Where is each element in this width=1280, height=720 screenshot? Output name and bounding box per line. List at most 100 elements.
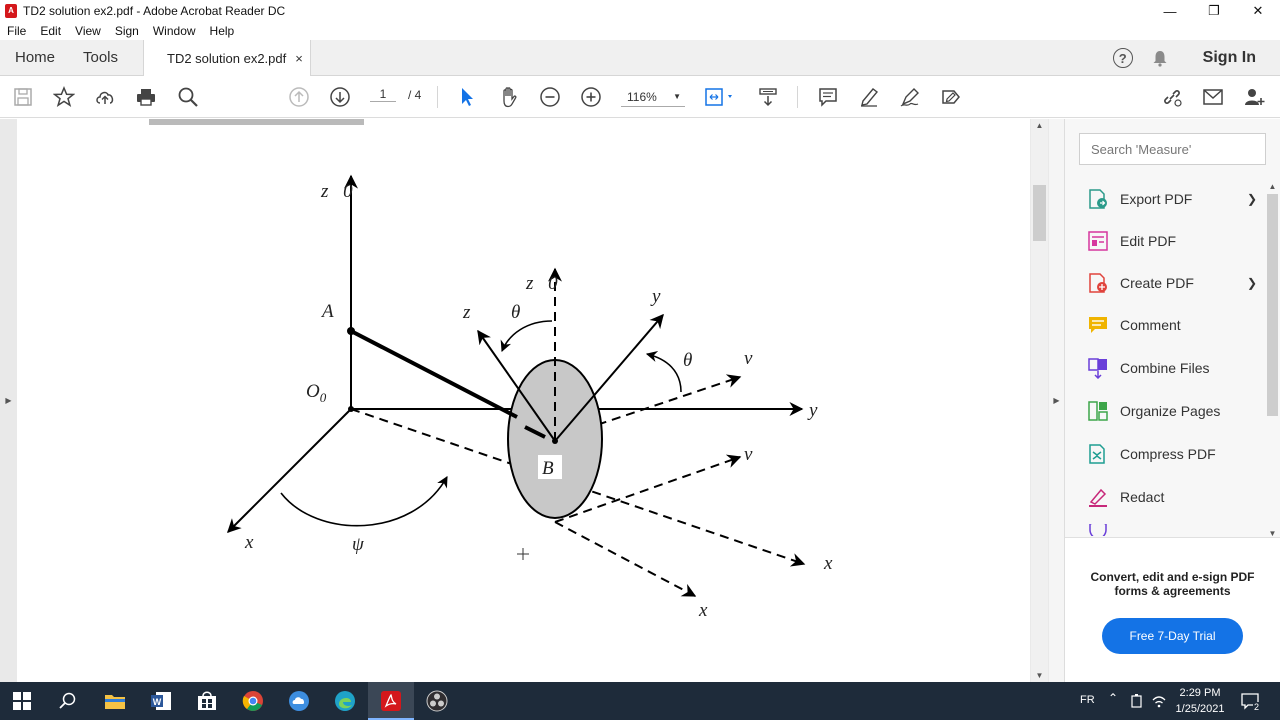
battery-icon[interactable] xyxy=(1130,694,1144,708)
send-sign-icon[interactable] xyxy=(939,85,963,109)
minimize-button[interactable]: — xyxy=(1148,0,1192,22)
menu-edit[interactable]: Edit xyxy=(40,24,61,38)
zoom-level-dropdown[interactable]: 116% ▼ xyxy=(621,87,685,107)
chevron-down-icon: ▼ xyxy=(673,92,681,101)
tool-label: Redact xyxy=(1120,489,1165,505)
zoom-search-icon[interactable] xyxy=(176,85,200,109)
input-language[interactable]: FR xyxy=(1080,694,1095,706)
close-tab-icon[interactable]: × xyxy=(295,51,303,66)
left-panel-toggle-icon[interactable]: ▶ xyxy=(0,119,17,682)
menu-file[interactable]: File xyxy=(7,24,26,38)
label-O0-subscript: 0 xyxy=(320,390,327,405)
fit-page-icon[interactable] xyxy=(703,85,737,109)
tool-organize-pages[interactable]: Organize Pages xyxy=(1087,396,1257,426)
scrollbar-thumb[interactable] xyxy=(1267,194,1278,416)
menu-window[interactable]: Window xyxy=(153,24,196,38)
point-B xyxy=(552,438,558,444)
tool-comment[interactable]: Comment xyxy=(1087,310,1257,340)
scrollbar-thumb[interactable] xyxy=(1033,185,1046,241)
tool-compress-pdf[interactable]: Compress PDF xyxy=(1087,439,1257,469)
highlight-pen-icon[interactable] xyxy=(857,85,881,109)
theta-arc-2 xyxy=(645,351,682,393)
menu-bar: File Edit View Sign Window Help xyxy=(0,22,1280,40)
zoom-out-icon[interactable] xyxy=(538,85,562,109)
tab-tools[interactable]: Tools xyxy=(83,40,118,76)
hand-tool-icon[interactable] xyxy=(497,85,521,109)
create-pdf-icon xyxy=(1089,273,1107,293)
close-window-button[interactable]: ✕ xyxy=(1236,0,1280,22)
help-icon[interactable]: ? xyxy=(1112,48,1133,68)
export-pdf-icon xyxy=(1089,189,1107,209)
tab-document[interactable]: TD2 solution ex2.pdf × xyxy=(143,40,311,76)
restore-button[interactable]: ❐ xyxy=(1192,0,1236,22)
current-page-input[interactable]: 1 xyxy=(370,87,396,102)
scroll-up-icon[interactable]: ▲ xyxy=(1031,121,1048,130)
cloud-upload-app-icon[interactable] xyxy=(286,688,312,714)
label-psi: ψ xyxy=(352,534,365,555)
toolbar-divider xyxy=(437,86,438,108)
fill-sign-icon[interactable] xyxy=(898,85,922,109)
notification-bell-icon[interactable] xyxy=(1151,49,1169,67)
menu-view[interactable]: View xyxy=(75,24,101,38)
protect-icon xyxy=(1089,524,1107,536)
scroll-down-icon[interactable]: ▼ xyxy=(1031,671,1048,680)
free-trial-button[interactable]: Free 7-Day Trial xyxy=(1102,618,1243,654)
chevron-up-icon[interactable]: ⌃ xyxy=(1108,691,1118,705)
add-user-icon[interactable] xyxy=(1242,85,1266,109)
search-icon[interactable] xyxy=(55,688,81,714)
tool-create-pdf[interactable]: Create PDF ❯ xyxy=(1087,268,1257,298)
email-icon[interactable] xyxy=(1201,85,1225,109)
file-explorer-icon[interactable] xyxy=(102,688,128,714)
menu-sign[interactable]: Sign xyxy=(115,24,139,38)
combine-files-icon xyxy=(1088,358,1107,379)
label-O0: O0 xyxy=(306,381,327,405)
upload-cloud-icon[interactable] xyxy=(93,85,117,109)
save-icon[interactable] xyxy=(11,85,35,109)
store-icon[interactable] xyxy=(194,688,220,714)
previous-page-icon[interactable] xyxy=(287,85,311,109)
menu-help[interactable]: Help xyxy=(210,24,235,38)
action-center-icon[interactable]: 2 xyxy=(1240,692,1260,712)
organize-pages-icon xyxy=(1088,401,1108,421)
tool-edit-pdf[interactable]: Edit PDF xyxy=(1087,226,1257,256)
acrobat-taskbar-icon[interactable] xyxy=(368,682,414,720)
zoom-in-icon[interactable] xyxy=(579,85,603,109)
chevron-down-icon[interactable]: ❯ xyxy=(1247,192,1257,206)
kinematics-figure: z⃗0 A O0 z⃗0 z⃗ θ y⃗ θ v⃗ y⃗ v⃗ B x⃗ ψ x… xyxy=(149,119,847,621)
tool-label: Comment xyxy=(1120,317,1181,333)
cropped-text-line xyxy=(149,119,364,125)
chevron-down-icon[interactable]: ❯ xyxy=(1247,276,1257,290)
tool-export-pdf[interactable]: Export PDF ❯ xyxy=(1087,184,1257,214)
word-icon[interactable]: W xyxy=(148,688,174,714)
clock-time: 2:29 PM xyxy=(1179,687,1221,699)
scroll-mode-icon[interactable] xyxy=(756,85,780,109)
notification-count-badge: 2 xyxy=(1252,702,1260,712)
tab-home[interactable]: Home xyxy=(15,40,55,76)
select-cursor-icon[interactable] xyxy=(455,85,479,109)
bookmark-star-icon[interactable] xyxy=(52,85,76,109)
tool-combine-files[interactable]: Combine Files xyxy=(1087,353,1257,383)
system-clock[interactable]: 2:29 PM 1/25/2021 xyxy=(1166,685,1234,717)
window-title: TD2 solution ex2.pdf - Adobe Acrobat Rea… xyxy=(23,4,286,18)
theta-arc-1 xyxy=(500,320,553,353)
share-link-icon[interactable] xyxy=(1160,85,1184,109)
next-page-icon[interactable] xyxy=(328,85,352,109)
search-tools-input[interactable]: Search 'Measure' xyxy=(1079,133,1266,165)
document-scrollbar[interactable]: ▲ ▼ xyxy=(1031,119,1048,682)
scroll-down-icon[interactable]: ▼ xyxy=(1265,529,1280,538)
sign-in-button[interactable]: Sign In xyxy=(1203,49,1256,67)
chrome-icon[interactable] xyxy=(240,688,266,714)
tool-redact[interactable]: Redact xyxy=(1087,482,1257,512)
right-panel-toggle-icon[interactable]: ▶ xyxy=(1049,119,1065,682)
document-viewport[interactable]: ▶ z⃗0 A O0 z⃗0 z⃗ θ y⃗ θ v⃗ y⃗ v⃗ B x⃗ ψ… xyxy=(0,119,1049,682)
obs-icon[interactable] xyxy=(424,688,450,714)
tools-pane-scrollbar[interactable]: ▲ ▼ xyxy=(1265,182,1280,538)
scroll-up-icon[interactable]: ▲ xyxy=(1265,182,1280,191)
edge-icon[interactable] xyxy=(332,688,358,714)
comment-icon[interactable] xyxy=(816,85,840,109)
network-icon[interactable] xyxy=(1151,694,1167,708)
windows-start-icon[interactable] xyxy=(9,688,35,714)
label-theta-2: θ xyxy=(683,350,692,371)
print-icon[interactable] xyxy=(134,85,158,109)
tool-partially-hidden[interactable] xyxy=(1087,524,1257,536)
